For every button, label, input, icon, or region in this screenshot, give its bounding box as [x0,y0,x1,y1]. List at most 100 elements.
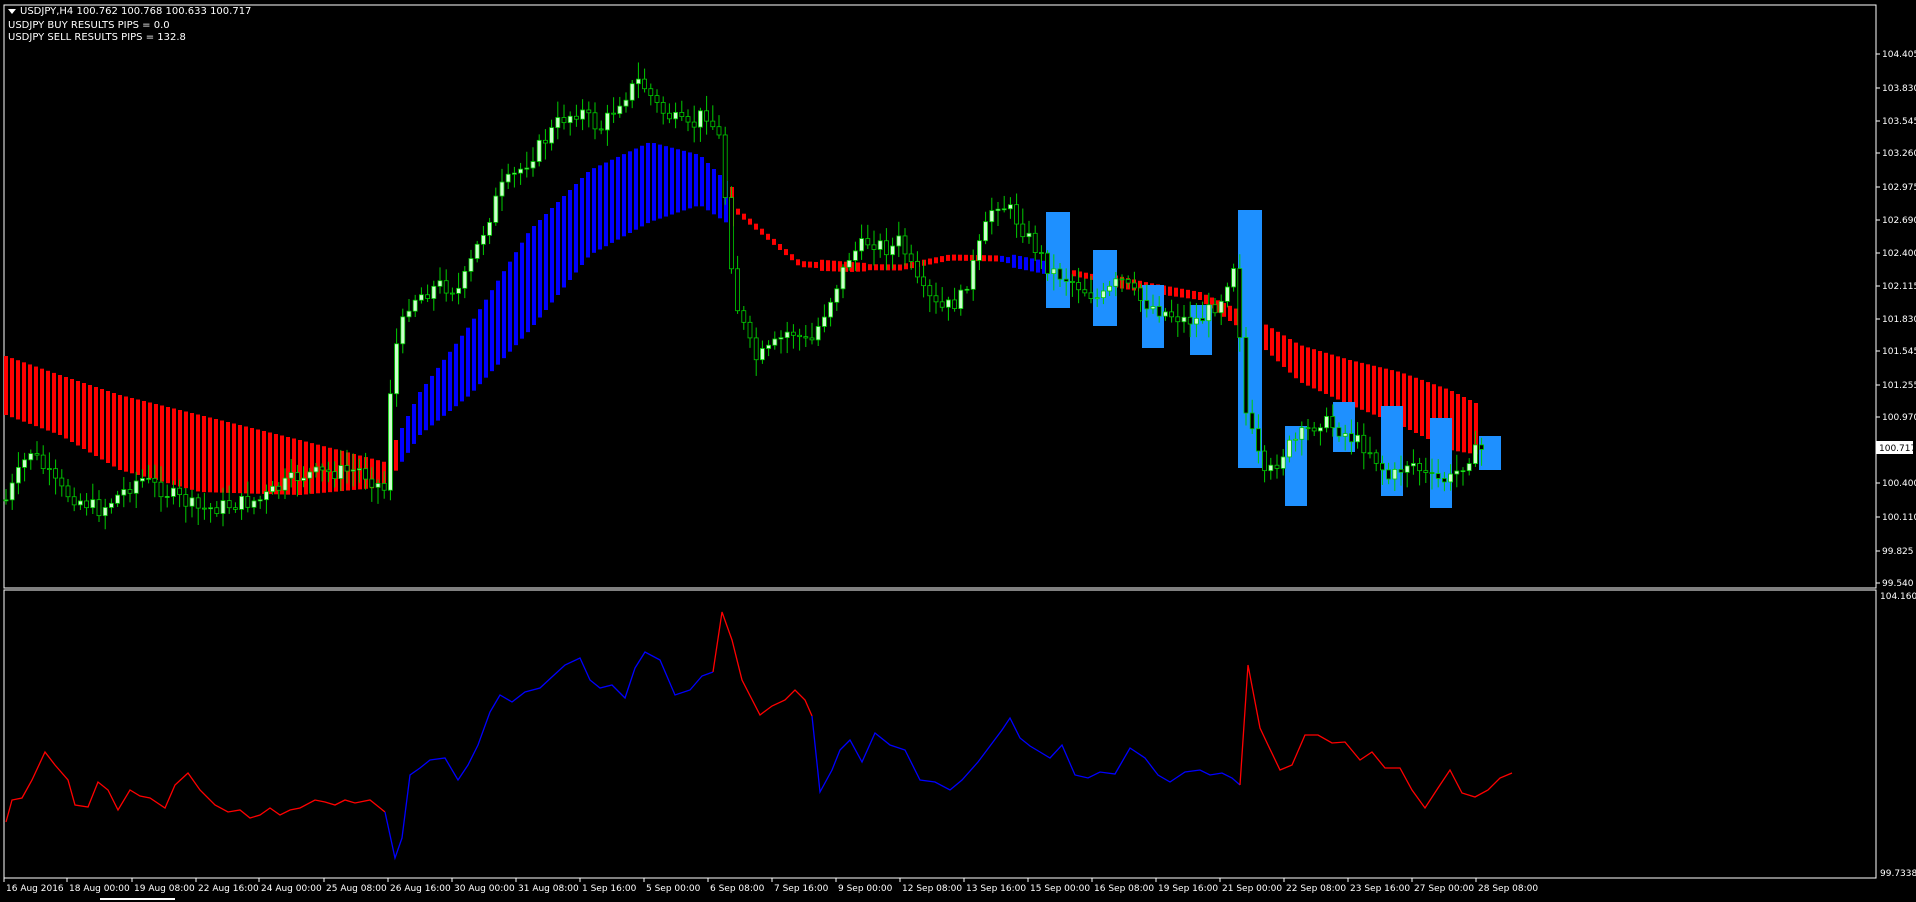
band-bar [598,165,602,250]
time-tick-label: 19 Aug 08:00 [134,884,195,894]
band-bar [430,375,434,426]
bear-candle [1032,232,1038,253]
bear-candle [84,500,89,509]
mt4-chart-window[interactable]: 104.405 103.830 103.545 103.260 102.975 102.6… [0,0,1916,902]
bear-candle [127,489,133,494]
band-bar [1168,286,1172,296]
bull-candle [853,250,858,261]
bear-candle [1429,472,1435,474]
price-tick-label: 101.545 [1882,347,1916,357]
bear-candle [1330,415,1336,429]
band-bar [1468,400,1472,454]
time-tick-label: 23 Sep 16:00 [1350,884,1410,894]
time-axis: 16 Aug 2016 18 Aug 00:00 19 Aug 08:00 22 Au… [3,878,1538,894]
band-bar [52,372,56,433]
time-tick-label: 30 Aug 00:00 [454,884,515,894]
bear-candle [332,471,338,480]
bear-candle [1200,317,1205,322]
price-tick-label: 100.110 [1882,513,1916,523]
bear-candle [363,468,369,480]
bull-candle [146,477,152,480]
band-bar [1312,349,1316,389]
band-bar [1420,379,1424,436]
price-tick-label: 103.830 [1882,84,1916,94]
band-bar [1462,397,1466,453]
bull-candle [431,285,437,299]
time-tick-label: 1 Sep 16:00 [582,884,637,894]
time-tick-label: 13 Sep 16:00 [966,884,1026,894]
bear-candle [598,128,604,131]
band-bar [1282,335,1286,367]
bear-candle [933,295,939,303]
time-tick-label: 16 Sep 08:00 [1094,884,1154,894]
band-bar [1270,328,1274,356]
band-bar [820,259,824,271]
band-bar [1030,258,1034,272]
bear-candle [679,112,685,117]
bull-candle [493,195,499,223]
bear-candle [1076,282,1081,291]
bull-candle [970,260,976,290]
bear-candle [1187,316,1193,325]
band-bar [556,202,560,295]
band-bar [646,142,650,224]
band-bar [220,420,224,493]
price-tick-label: 102.975 [1882,183,1916,193]
collapse-triangle-icon[interactable] [8,8,16,14]
band-bar [1228,305,1232,321]
bull-candle [536,139,542,162]
band-bar [82,383,86,449]
bull-candle [617,105,623,115]
bull-candle [760,348,765,361]
band-bar [4,356,8,415]
signal-boxes [1046,210,1501,508]
band-bar [748,218,752,225]
band-bar [1192,290,1196,300]
bear-candle [704,110,709,122]
band-bar [1354,361,1358,408]
bull-candle [1113,278,1119,287]
time-tick-label: 19 Sep 16:00 [1158,884,1218,894]
band-bar [274,434,278,495]
band-bar [424,383,428,431]
bull-candle [958,289,964,310]
band-bar [172,408,176,485]
bear-candle [1398,469,1404,473]
bull-candle [480,234,486,245]
band-bar [934,257,938,264]
band-bar [394,440,398,471]
band-bar [1204,294,1208,305]
band-bar [10,358,14,418]
band-bar [610,159,614,243]
band-bar [256,429,260,494]
band-bar [544,214,548,310]
bull-candle [1466,463,1472,472]
bull-candle [636,78,641,85]
bear-candle [1175,316,1181,323]
band-bar [1006,257,1010,264]
price-tick-label: 101.830 [1882,315,1916,325]
bear-candle [1169,311,1174,318]
band-bar [622,154,626,237]
bear-candle [884,240,889,256]
bear-candle [648,88,654,97]
band-bar [862,262,866,272]
bull-candle [78,500,83,506]
time-tick-label: 16 Aug 2016 [6,884,64,894]
band-bar [94,387,98,456]
bear-candle [611,112,616,115]
bear-candle [1249,412,1255,430]
oscillator-red-segment [712,611,813,717]
price-pane-frame [3,4,1877,589]
band-bar [514,252,518,346]
band-bar [520,242,524,339]
bear-candle [1423,470,1429,473]
bear-candle [201,507,207,510]
band-bar [826,260,830,272]
time-tick-label: 9 Sep 00:00 [838,884,893,894]
bear-candle [642,78,647,90]
bear-candle [1311,427,1317,432]
bear-candle [1039,252,1044,254]
bear-candle [369,478,375,488]
bear-candle [809,337,815,341]
